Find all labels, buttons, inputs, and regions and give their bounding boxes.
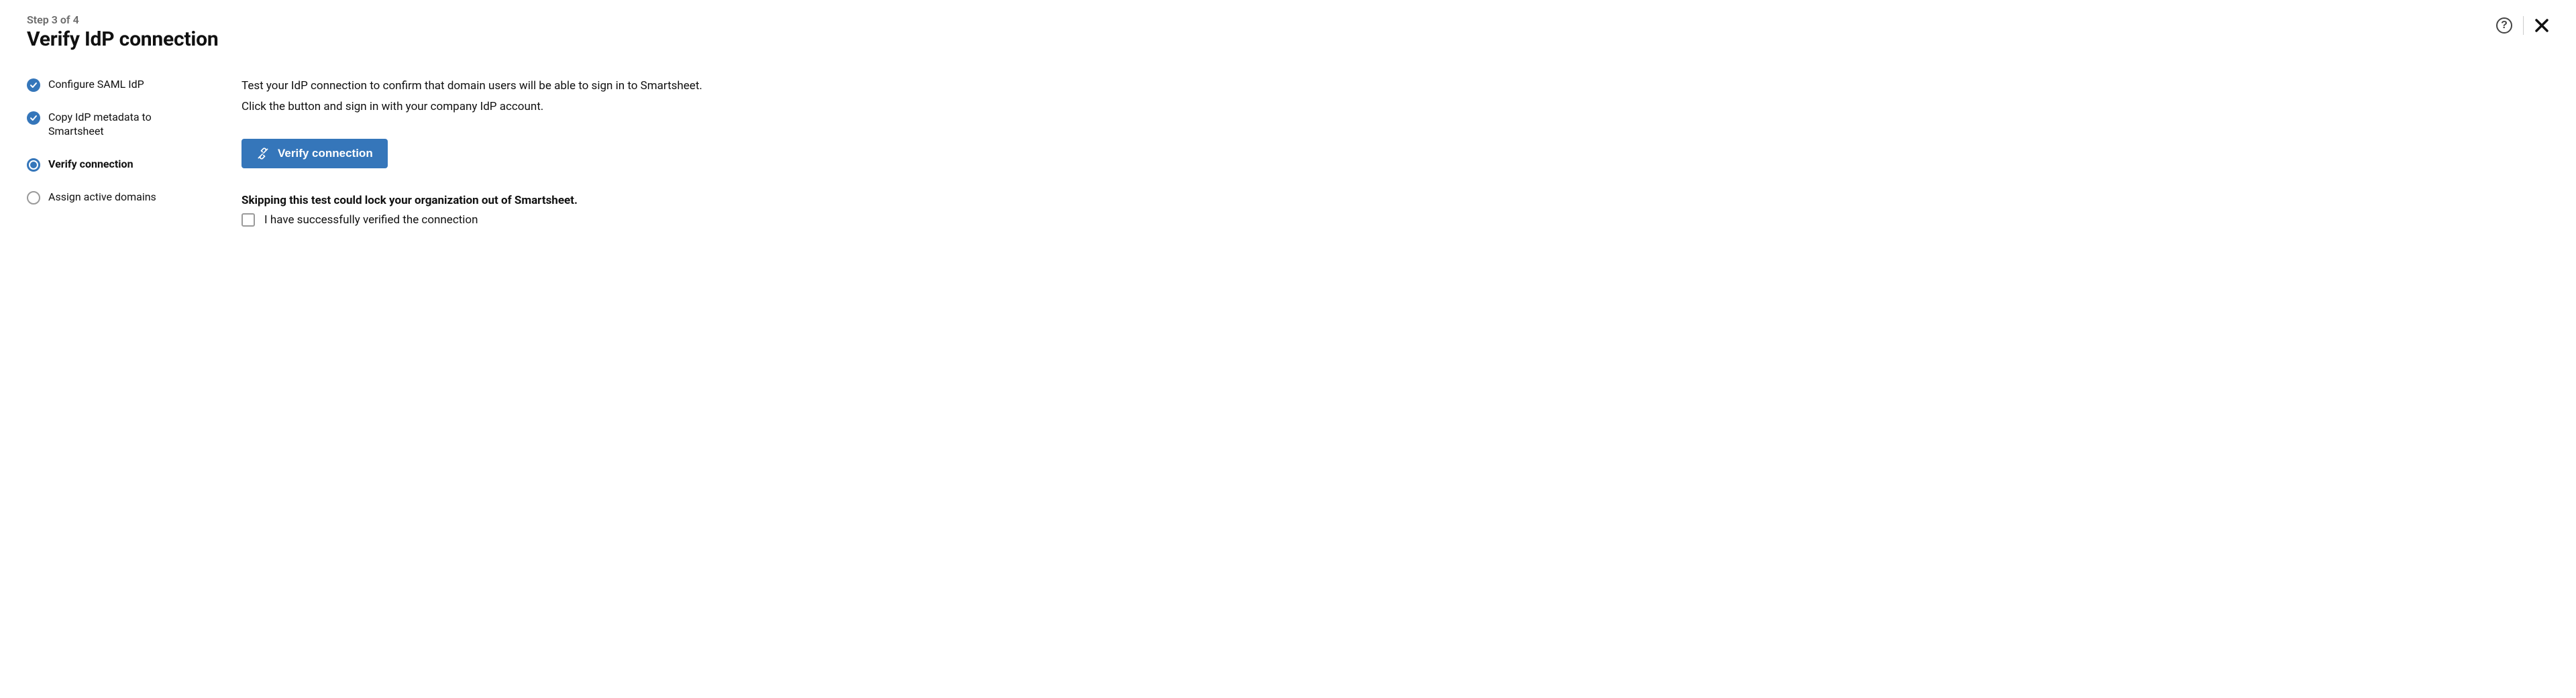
close-icon[interactable] bbox=[2534, 18, 2549, 33]
stepper-item-label: Verify connection bbox=[48, 158, 133, 172]
intro-text-line1: Test your IdP connection to confirm that… bbox=[241, 78, 702, 95]
stepper-item-assign-domains[interactable]: Assign active domains bbox=[27, 190, 228, 205]
check-circle-icon bbox=[27, 111, 40, 125]
radio-empty-icon bbox=[27, 191, 40, 205]
stepper-item-configure-saml[interactable]: Configure SAML IdP bbox=[27, 78, 228, 92]
verified-checkbox-row: I have successfully verified the connect… bbox=[241, 213, 702, 227]
warning-text: Skipping this test could lock your organ… bbox=[241, 192, 702, 209]
wizard-body: Configure SAML IdP Copy IdP metadata to … bbox=[27, 78, 2549, 227]
stepper-item-verify-connection[interactable]: Verify connection bbox=[27, 158, 228, 172]
plug-icon bbox=[256, 147, 270, 160]
vertical-divider bbox=[2523, 16, 2524, 35]
step-indicator: Step 3 of 4 bbox=[27, 13, 2549, 26]
wizard-step-page: ? Step 3 of 4 Verify IdP connection Conf… bbox=[0, 0, 2576, 253]
verified-checkbox[interactable] bbox=[241, 213, 255, 227]
stepper-item-label: Configure SAML IdP bbox=[48, 78, 144, 92]
top-actions: ? bbox=[2496, 16, 2549, 35]
stepper-item-copy-metadata[interactable]: Copy IdP metadata to Smartsheet bbox=[27, 111, 228, 139]
verify-connection-button[interactable]: Verify connection bbox=[241, 139, 388, 168]
verified-checkbox-label[interactable]: I have successfully verified the connect… bbox=[264, 213, 478, 227]
stepper: Configure SAML IdP Copy IdP metadata to … bbox=[27, 78, 228, 223]
verify-connection-button-label: Verify connection bbox=[278, 147, 373, 160]
radio-current-icon bbox=[27, 158, 40, 172]
page-title: Verify IdP connection bbox=[27, 27, 2549, 51]
check-circle-icon bbox=[27, 78, 40, 92]
help-icon[interactable]: ? bbox=[2496, 17, 2512, 34]
stepper-item-label: Copy IdP metadata to Smartsheet bbox=[48, 111, 203, 139]
stepper-item-label: Assign active domains bbox=[48, 190, 156, 205]
intro-text-line2: Click the button and sign in with your c… bbox=[241, 99, 702, 115]
step-content: Test your IdP connection to confirm that… bbox=[241, 78, 702, 227]
